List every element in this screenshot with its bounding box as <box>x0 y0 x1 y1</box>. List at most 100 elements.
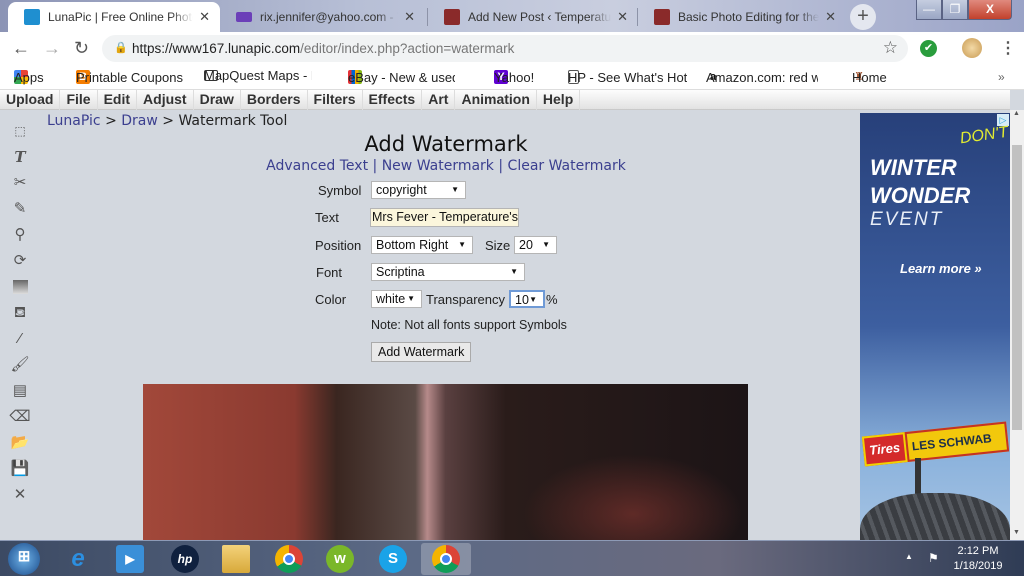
new-tab-button[interactable]: + <box>850 4 876 30</box>
bookmark-mapquest[interactable]: MapQuest Maps - Driving <box>204 68 312 83</box>
eraser-icon[interactable]: ⌫ <box>8 404 32 430</box>
rotate-icon[interactable]: ⟳ <box>8 248 32 274</box>
windows-start-icon[interactable]: ⊞ <box>8 543 40 575</box>
bookmarks-overflow-button[interactable]: » <box>998 70 1005 84</box>
bookmark-hp[interactable]: HP - See What's Hot <box>568 70 687 85</box>
system-clock[interactable]: 2:12 PM 1/18/2019 <box>948 544 1008 574</box>
file-explorer-icon[interactable] <box>222 545 250 573</box>
transparency-select[interactable]: 10 ▼ <box>509 290 545 308</box>
scroll-thumb[interactable] <box>1012 145 1022 430</box>
position-select[interactable]: Bottom Right ▼ <box>371 236 473 254</box>
chrome-menu-icon[interactable]: ⋮ <box>1000 38 1016 58</box>
menu-draw[interactable]: Draw <box>194 90 241 110</box>
extension-check-icon[interactable]: ✔ <box>920 40 937 57</box>
close-window-button[interactable]: X <box>968 0 1012 20</box>
bookmark-label: Home <box>852 69 887 85</box>
menu-file[interactable]: File <box>60 90 98 110</box>
minimize-button[interactable]: — <box>916 0 942 20</box>
chrome-active-slot[interactable] <box>421 543 471 575</box>
image-canvas[interactable] <box>143 384 748 540</box>
bookmark-printable-coupons[interactable]: B Printable Coupons <box>76 70 183 85</box>
color-select[interactable]: white ▼ <box>371 290 422 308</box>
transparency-label: Transparency <box>426 292 505 307</box>
scroll-up-icon[interactable]: ▲ <box>1013 110 1020 117</box>
bookmark-star-icon[interactable]: ☆ <box>883 38 898 58</box>
advanced-text-link[interactable]: Advanced Text <box>266 158 368 174</box>
new-watermark-link[interactable]: New Watermark <box>382 158 494 174</box>
menu-adjust[interactable]: Adjust <box>137 90 194 110</box>
save-disk-icon[interactable]: 💾 <box>8 456 32 482</box>
symbol-select[interactable]: copyright ▼ <box>371 181 466 199</box>
font-select[interactable]: Scriptina ▼ <box>371 263 525 281</box>
close-x-icon[interactable]: ✕ <box>8 482 32 508</box>
ad-tire-image <box>860 493 1010 540</box>
eyedropper-icon[interactable]: ⁄ <box>8 326 32 352</box>
w-app-icon[interactable]: w <box>326 545 354 573</box>
menu-filters[interactable]: Filters <box>308 90 363 110</box>
reload-icon[interactable]: ↻ <box>74 38 89 59</box>
ad-scribble: DON'T <box>958 123 1010 148</box>
profile-avatar[interactable] <box>962 38 982 58</box>
size-select[interactable]: 20 ▼ <box>514 236 557 254</box>
chrome-icon[interactable] <box>275 545 303 573</box>
gradient-icon[interactable] <box>8 274 32 300</box>
pencil-icon[interactable]: ✎ <box>8 196 32 222</box>
action-center-flag-icon[interactable]: ⚑ <box>928 551 939 565</box>
watermark-links: Advanced Text | New Watermark | Clear Wa… <box>0 158 892 174</box>
menu-help[interactable]: Help <box>537 90 581 110</box>
breadcrumb-lunapic[interactable]: LunaPic <box>47 113 101 129</box>
menu-borders[interactable]: Borders <box>241 90 308 110</box>
bookmark-yahoo[interactable]: Y Yahoo! <box>494 70 534 85</box>
breadcrumb-separator: > <box>105 113 117 129</box>
tray-show-hidden-icon[interactable]: ▲ <box>905 552 913 561</box>
bookmark-ebay[interactable]: eBay - New & used electronics <box>348 70 455 85</box>
internet-explorer-icon[interactable]: e <box>64 545 92 573</box>
open-folder-icon[interactable]: 📂 <box>8 430 32 456</box>
maximize-button[interactable]: ❐ <box>942 0 968 20</box>
clear-watermark-link[interactable]: Clear Watermark <box>508 158 626 174</box>
link-separator: | <box>498 158 504 174</box>
bookmark-label: HP - See What's Hot <box>568 69 688 85</box>
media-player-icon[interactable]: ▶ <box>116 545 144 573</box>
magnifier-icon[interactable]: ⚲ <box>8 222 32 248</box>
menu-animation[interactable]: Animation <box>455 90 537 110</box>
close-tab-icon[interactable]: ✕ <box>825 9 836 25</box>
tab-yahoo-mail[interactable]: rix.jennifer@yahoo.com - Yahoo Mail ✕ <box>220 2 425 32</box>
tab-lunapic[interactable]: LunaPic | Free Online Photo Editor ✕ <box>8 2 220 32</box>
tab-basic-photo-editing[interactable]: Basic Photo Editing for the Entire ✕ <box>638 2 846 32</box>
bookmark-label: MapQuest Maps - Driving <box>204 68 312 83</box>
skype-icon[interactable]: S <box>379 545 407 573</box>
watermark-text-input[interactable]: Mrs Fever - Temperature's <box>370 208 519 227</box>
page-scrollbar[interactable]: ▲ ▼ <box>1010 110 1024 540</box>
dropdown-arrow-icon: ▼ <box>451 185 459 194</box>
advertisement[interactable]: ▷ DON'T WINTER WONDER EVENT Learn more »… <box>860 113 1010 540</box>
scroll-down-icon[interactable]: ▼ <box>1013 529 1020 536</box>
bookmark-home[interactable]: ♜ Home <box>852 70 887 85</box>
tool-palette: ⬚ T ✂ ✎ ⚲ ⟳ ⛾ ⁄ 🖌 ▤ ⌫ 📂 💾 ✕ <box>8 118 32 508</box>
add-watermark-button[interactable]: Add Watermark <box>371 342 472 362</box>
font-value: Scriptina <box>376 265 425 279</box>
url-path: /editor/index.php?action=watermark <box>300 41 515 56</box>
brush-icon[interactable]: 🖌 <box>8 352 32 378</box>
close-tab-icon[interactable]: ✕ <box>199 9 210 25</box>
menu-effects[interactable]: Effects <box>363 90 423 110</box>
layers-icon[interactable]: ▤ <box>8 378 32 404</box>
breadcrumb-draw[interactable]: Draw <box>121 113 158 129</box>
bookmark-amazon[interactable]: a Amazon.com: red wo <box>706 70 818 85</box>
position-label: Position <box>315 238 362 253</box>
close-tab-icon[interactable]: ✕ <box>404 9 415 25</box>
close-tab-icon[interactable]: ✕ <box>617 9 628 25</box>
menu-art[interactable]: Art <box>422 90 456 110</box>
back-arrow-icon[interactable]: ← <box>12 38 30 59</box>
bookmark-apps[interactable]: Apps <box>14 70 44 85</box>
address-bar[interactable]: 🔒 https://www167.lunapic.com/editor/inde… <box>102 35 908 62</box>
hp-icon[interactable]: hp <box>171 545 199 573</box>
paint-bucket-icon[interactable]: ⛾ <box>8 300 32 326</box>
tab-add-new-post[interactable]: Add New Post ‹ Temperature's ✕ <box>428 2 638 32</box>
forward-arrow-icon[interactable]: → <box>43 38 61 59</box>
ad-learn-more-link[interactable]: Learn more » <box>900 261 982 276</box>
bookmark-label: eBay - New & used electronics <box>348 69 455 85</box>
tab-title: rix.jennifer@yahoo.com - Yahoo Mail <box>260 10 398 24</box>
menu-edit[interactable]: Edit <box>98 90 138 110</box>
menu-upload[interactable]: Upload <box>0 90 61 110</box>
